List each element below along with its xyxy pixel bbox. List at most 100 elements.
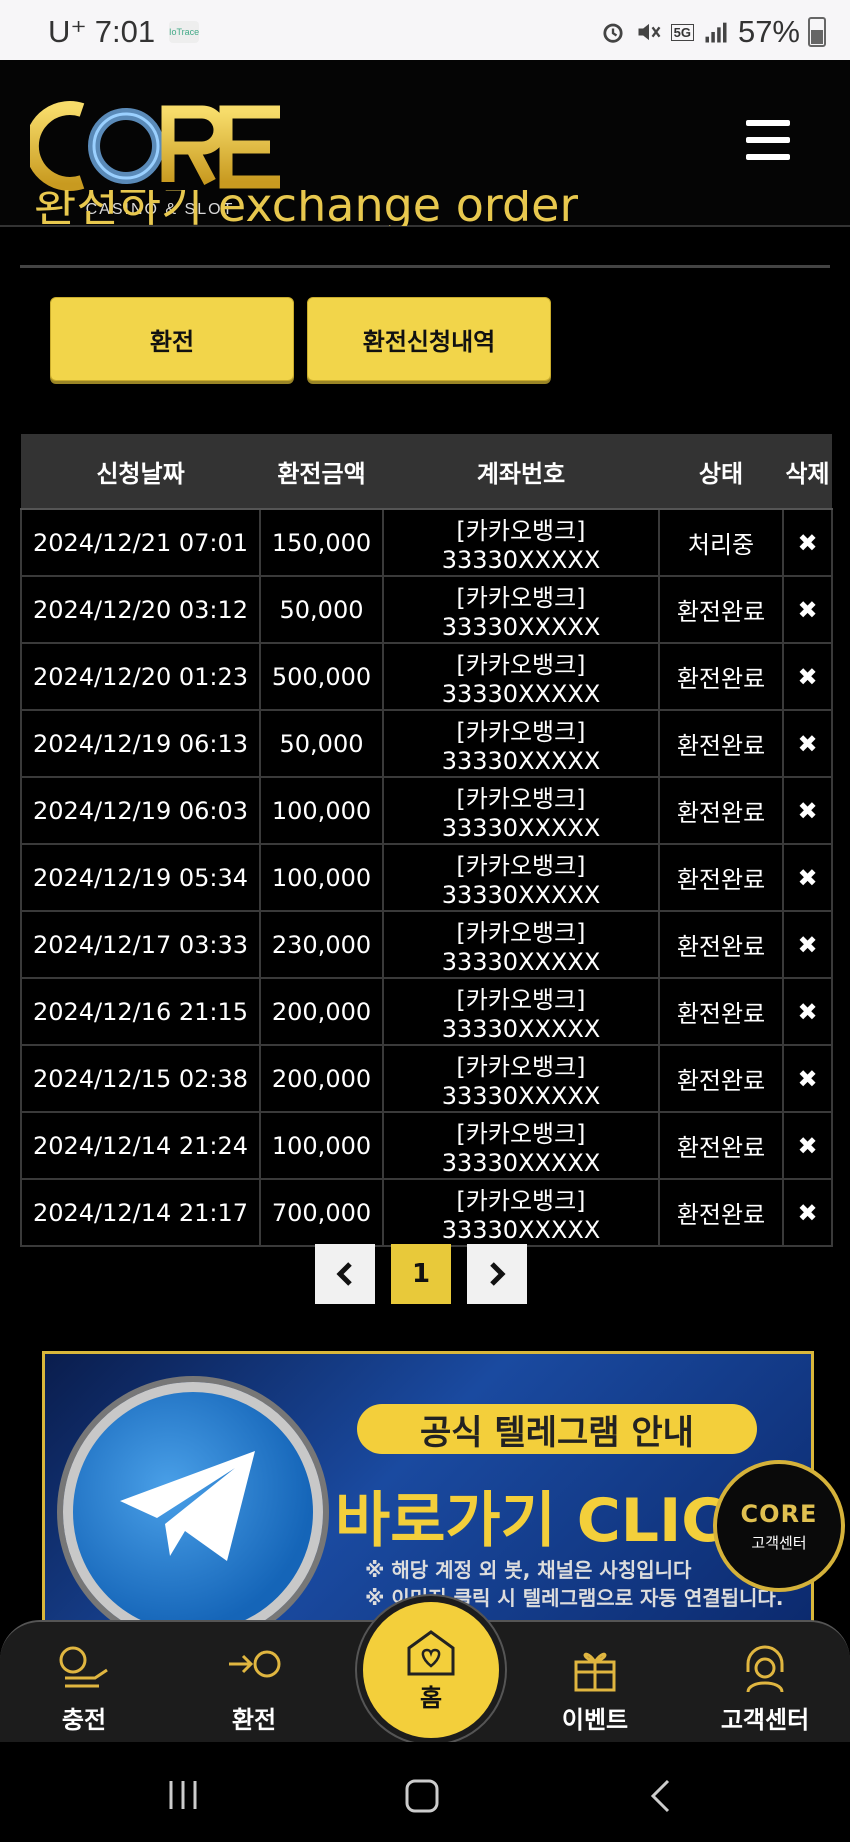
prev-page-button[interactable] [315,1244,375,1304]
exchange-tab-button[interactable]: 환전 [50,297,294,381]
nav-support[interactable]: 고객센터 [705,1642,825,1735]
back-icon[interactable] [648,1778,672,1814]
row-date: 2024/12/21 07:01 [20,508,261,577]
table-row: 2024/12/20 03:12 50,000 [카카오뱅크] 33330XXXXX… [20,575,833,644]
row-amount: 200,000 [259,977,384,1046]
recent-apps-icon[interactable] [166,1778,200,1812]
table-row: 2024/12/21 07:01 150,000 [카카오뱅크] 33330XXXX… [20,508,833,577]
row-amount: 50,000 [259,575,384,644]
table-header-row: 신청날짜 환전금액 계좌번호 상태 삭제 [21,434,832,510]
row-status: 환전완료 [658,910,784,979]
row-date: 2024/12/19 06:03 [20,776,261,845]
row-account: [카카오뱅크] 33330XXXXX [382,910,660,979]
table-row: 2024/12/19 06:13 50,000 [카카오뱅크] 33330XXXXX… [20,709,833,778]
table-row: 2024/12/19 06:03 100,000 [카카오뱅크] 33330XXXX… [20,776,833,845]
row-amount: 150,000 [259,508,384,577]
nav-charge-label: 충전 [61,1706,107,1734]
row-account: [카카오뱅크] 33330XXXXX [382,575,660,644]
row-status: 환전완료 [658,575,784,644]
pagination: 1 [315,1244,543,1304]
next-page-button[interactable] [467,1244,527,1304]
floating-logo: CORE [740,1499,818,1528]
row-status: 환전완료 [658,843,784,912]
page-title: 환전하기 exchange order [34,190,579,226]
battery-icon [808,17,826,47]
row-account: [카카오뱅크] 33330XXXXX [382,1044,660,1113]
row-amount: 100,000 [259,1111,384,1180]
row-date: 2024/12/20 03:12 [20,575,261,644]
row-delete-button[interactable]: ✖ [782,709,833,778]
row-date: 2024/12/19 06:13 [20,709,261,778]
menu-bar [746,137,790,143]
table-row: 2024/12/17 03:33 230,000 [카카오뱅크] 33330XXXX… [20,910,833,979]
coin-hand-icon [59,1646,108,1688]
row-amount: 200,000 [259,1044,384,1113]
gift-icon [574,1652,616,1692]
row-account: [카카오뱅크] 33330XXXXX [382,843,660,912]
row-account: [카카오뱅크] 33330XXXXX [382,709,660,778]
carrier-label: U⁺ [48,14,87,49]
menu-bar [746,154,790,160]
row-status: 환전완료 [658,1111,784,1180]
row-delete-button[interactable]: ✖ [782,977,833,1046]
row-delete-button[interactable]: ✖ [782,642,833,711]
col-header-status: 상태 [659,434,783,510]
row-delete-button[interactable]: ✖ [782,1178,833,1247]
menu-button[interactable] [746,120,790,160]
chevron-left-icon [336,1262,352,1286]
banner-tag: 공식 텔레그램 안내 [357,1404,757,1454]
system-nav-bar [0,1742,850,1842]
table-row: 2024/12/20 01:23 500,000 [카카오뱅크] 33330XXXX… [20,642,833,711]
row-amount: 100,000 [259,776,384,845]
signal-icon [705,22,727,43]
col-header-date: 신청날짜 [21,434,260,510]
coin-exchange-icon [229,1650,281,1678]
row-date: 2024/12/17 03:33 [20,910,261,979]
row-date: 2024/12/20 01:23 [20,642,261,711]
row-amount: 700,000 [259,1178,384,1247]
nav-exchange[interactable]: 환전 [194,1642,314,1735]
table-row: 2024/12/15 02:38 200,000 [카카오뱅크] 33330XXXX… [20,1044,833,1113]
row-amount: 50,000 [259,709,384,778]
row-delete-button[interactable]: ✖ [782,843,833,912]
table-row: 2024/12/19 05:34 100,000 [카카오뱅크] 33330XXXX… [20,843,833,912]
row-account: [카카오뱅크] 33330XXXXX [382,1111,660,1180]
exchange-history-tab-button[interactable]: 환전신청내역 [307,297,551,381]
floating-support-button[interactable]: CORE 고객센터 [713,1460,845,1592]
col-header-delete: 삭제 [783,434,832,510]
nav-event[interactable]: 이벤트 [535,1642,655,1735]
nav-support-label: 고객센터 [720,1706,810,1734]
banner-headline: 바로가기 CLICK [335,1486,772,1556]
nav-home-button[interactable]: 홈 [357,1596,505,1744]
row-delete-button[interactable]: ✖ [782,1111,833,1180]
nav-exchange-label: 환전 [231,1706,277,1734]
home-heart-icon [407,1629,455,1675]
table-row: 2024/12/14 21:24 100,000 [카카오뱅크] 33330XXXX… [20,1111,833,1180]
clock: 7:01 [94,14,156,49]
row-status: 환전완료 [658,1178,784,1247]
row-account: [카카오뱅크] 33330XXXXX [382,1178,660,1247]
nav-charge[interactable]: 충전 [24,1642,144,1735]
row-account: [카카오뱅크] 33330XXXXX [382,776,660,845]
row-delete-button[interactable]: ✖ [782,575,833,644]
telegram-plane-icon [120,1451,255,1561]
row-date: 2024/12/14 21:17 [20,1178,261,1247]
row-date: 2024/12/15 02:38 [20,1044,261,1113]
page-1-button[interactable]: 1 [391,1244,451,1304]
battery-percent: 57% [737,14,800,49]
home-nav-icon[interactable] [404,1778,440,1814]
col-header-amount: 환전금액 [260,434,383,510]
row-status: 처리중 [658,508,784,577]
row-delete-button[interactable]: ✖ [782,508,833,577]
row-amount: 100,000 [259,843,384,912]
row-date: 2024/12/16 21:15 [20,977,261,1046]
row-delete-button[interactable]: ✖ [782,776,833,845]
mute-icon [638,23,661,41]
row-status: 환전완료 [658,1044,784,1113]
alarm-icon [603,23,623,43]
row-delete-button[interactable]: ✖ [782,910,833,979]
row-delete-button[interactable]: ✖ [782,1044,833,1113]
row-account: [카카오뱅크] 33330XXXXX [382,642,660,711]
telegram-banner[interactable]: 공식 텔레그램 안내 바로가기 CLICK ※ 해당 계정 외 봇, 채널은 사… [42,1351,814,1627]
row-status: 환전완료 [658,709,784,778]
